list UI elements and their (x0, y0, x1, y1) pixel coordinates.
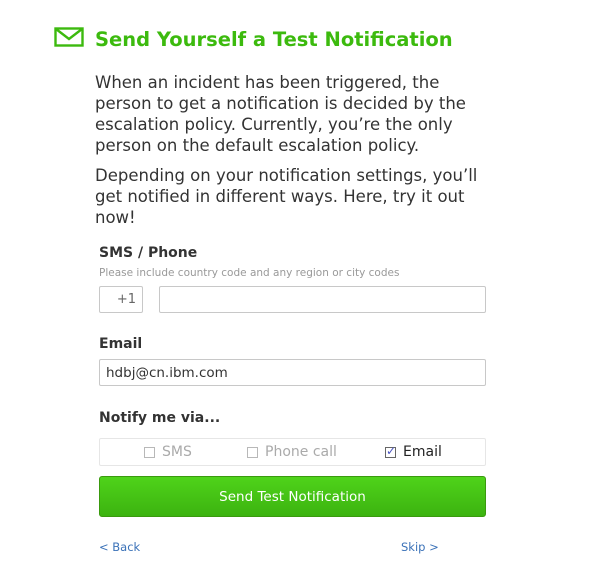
intro-paragraph-2: Depending on your notification settings,… (95, 166, 478, 227)
phone-call-option-label: Phone call (265, 444, 337, 460)
envelope-icon (54, 27, 84, 47)
phone-label: SMS / Phone (99, 245, 198, 261)
intro-paragraph-1: When an incident has been triggered, the… (95, 73, 466, 155)
country-code-input[interactable] (99, 286, 143, 313)
email-option-label: Email (403, 444, 442, 460)
phone-hint: Please include country code and any regi… (99, 267, 400, 279)
skip-link[interactable]: Skip > (401, 540, 439, 554)
notify-option-email[interactable]: ✓ Email (385, 444, 442, 460)
notify-label: Notify me via... (99, 410, 221, 426)
sms-option-label: SMS (162, 444, 192, 460)
email-input[interactable] (99, 359, 486, 386)
email-label: Email (99, 336, 143, 352)
notify-option-sms[interactable]: SMS (144, 444, 192, 460)
sms-checkbox[interactable] (144, 446, 155, 458)
phone-number-input[interactable] (159, 286, 486, 313)
email-checkbox[interactable]: ✓ (385, 443, 397, 458)
notify-option-phone-call[interactable]: Phone call (247, 444, 337, 460)
back-link[interactable]: < Back (99, 540, 140, 554)
page-title: Send Yourself a Test Notification (95, 28, 453, 51)
phone-call-checkbox[interactable] (247, 446, 258, 458)
send-test-notification-button[interactable]: Send Test Notification (99, 476, 486, 517)
checkmark-icon: ✓ (386, 443, 397, 458)
